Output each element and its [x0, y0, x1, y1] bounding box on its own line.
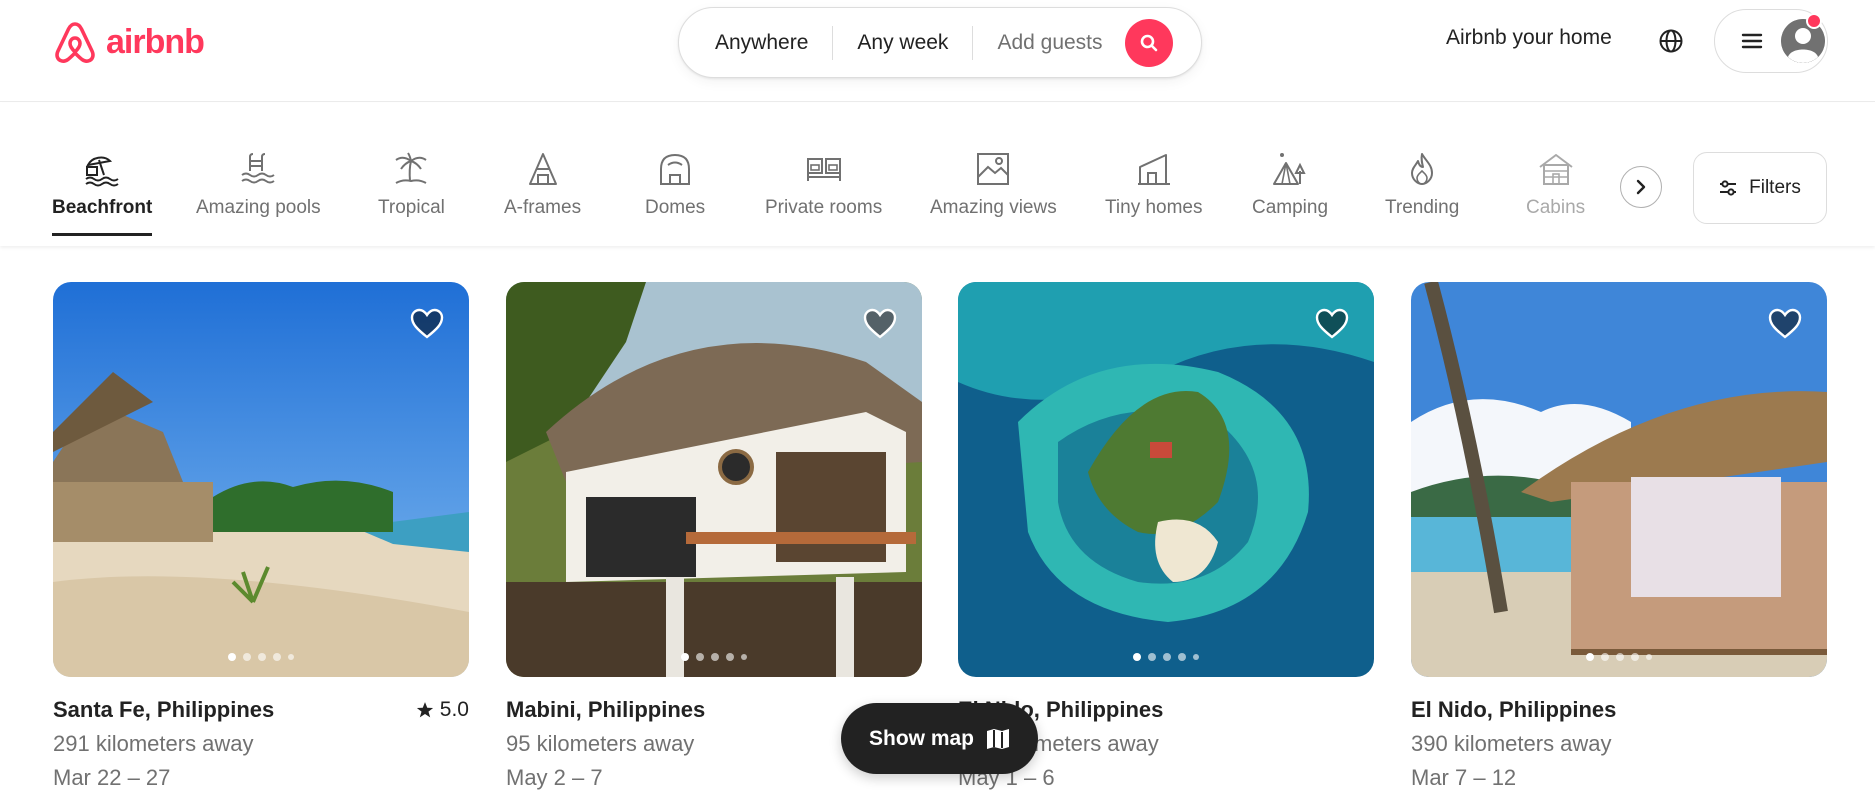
listing-dates: Mar 22 – 27: [53, 765, 171, 790]
category-label: Cabins: [1526, 197, 1586, 218]
listing-card[interactable]: Santa Fe, Philippines 5.0 291 kilometers…: [53, 282, 469, 791]
category-bar: Beachfront Amazing pools Tropical A-fram…: [0, 103, 1875, 246]
category-domes[interactable]: Domes: [645, 151, 705, 219]
listing-photo[interactable]: [53, 282, 469, 677]
category-label: Camping: [1252, 197, 1329, 218]
search-add-guests[interactable]: Add guests: [973, 31, 1124, 55]
notification-dot: [1806, 13, 1822, 29]
search-any-week[interactable]: Any week: [833, 31, 972, 55]
photo-pagination-dots: [958, 653, 1374, 661]
tiny-home-icon: [1137, 154, 1170, 185]
search-icon: [1140, 34, 1157, 51]
category-trending[interactable]: Trending: [1385, 151, 1459, 219]
show-map-label: Show map: [868, 726, 974, 750]
rating-value: 5.0: [439, 698, 469, 721]
dome-icon: [660, 153, 691, 185]
tent-icon: [1273, 153, 1306, 185]
island-aerial-photo: [958, 282, 1374, 677]
globe-icon[interactable]: [1656, 26, 1686, 56]
category-label: A-frames: [504, 197, 582, 218]
categories-next-button[interactable]: [1620, 166, 1662, 208]
a-frame-icon: [528, 153, 557, 185]
listing-location: Mabini, Philippines: [506, 697, 706, 722]
category-label: Private rooms: [765, 197, 883, 218]
chevron-right-icon: [1636, 179, 1646, 195]
category-label: Tiny homes: [1105, 197, 1203, 218]
category-camping[interactable]: Camping: [1252, 151, 1328, 219]
airbnb-your-home-link[interactable]: Airbnb your home: [1446, 26, 1612, 50]
listing-photo[interactable]: [506, 282, 922, 677]
filter-sliders-icon: [1720, 180, 1737, 196]
category-amazing-views[interactable]: Amazing views: [930, 151, 1057, 219]
category-label: Beachfront: [52, 197, 153, 218]
category-label: Amazing pools: [196, 197, 321, 218]
photo-pagination-dots: [506, 653, 922, 661]
star-icon: [416, 702, 433, 718]
heart-icon[interactable]: [409, 306, 445, 342]
beach-hut-photo: [1411, 282, 1827, 677]
filters-label: Filters: [1749, 177, 1801, 198]
cabin-icon: [1538, 154, 1573, 185]
listing-photo[interactable]: [958, 282, 1374, 677]
listing-dates: Mar 7 – 12: [1411, 765, 1517, 790]
palm-tree-icon: [395, 152, 428, 184]
listing-rating: 5.0: [416, 697, 469, 723]
category-tropical[interactable]: Tropical: [378, 151, 445, 219]
logo-wordmark: airbnb: [106, 22, 205, 61]
listing-distance: 390 kilometers away: [1411, 731, 1612, 756]
hamburger-icon: [1741, 33, 1763, 49]
pool-icon: [241, 153, 275, 184]
category-label: Amazing views: [930, 197, 1057, 218]
category-beachfront[interactable]: Beachfront: [52, 151, 153, 236]
category-tiny-homes[interactable]: Tiny homes: [1105, 151, 1203, 219]
listing-location: El Nido, Philippines: [1411, 697, 1617, 722]
heart-icon[interactable]: [1314, 306, 1350, 342]
active-underline: [52, 233, 153, 236]
filters-button[interactable]: Filters: [1693, 152, 1827, 224]
search-bar[interactable]: Anywhere Any week Add guests: [678, 7, 1202, 78]
search-anywhere[interactable]: Anywhere: [679, 31, 832, 55]
show-map-button[interactable]: Show map: [841, 703, 1038, 774]
category-cabins[interactable]: Cabins: [1526, 151, 1585, 219]
beach-umbrella-icon: [85, 156, 119, 187]
bed-icon: [806, 158, 841, 181]
search-button[interactable]: [1124, 18, 1173, 67]
listing-card[interactable]: El Nido, Philippines 390 kilometers away…: [1411, 282, 1827, 791]
category-a-frames[interactable]: A-frames: [504, 151, 581, 219]
listing-distance: 291 kilometers away: [53, 731, 254, 756]
category-label: Trending: [1385, 197, 1460, 218]
airbnb-logo[interactable]: airbnb: [52, 18, 205, 66]
beach-huts-photo: [53, 282, 469, 677]
photo-pagination-dots: [53, 653, 469, 661]
mountain-view-icon: [977, 153, 1010, 185]
category-amazing-pools[interactable]: Amazing pools: [196, 151, 321, 219]
heart-icon[interactable]: [1767, 306, 1803, 342]
category-private-rooms[interactable]: Private rooms: [765, 151, 882, 219]
airbnb-logo-icon: [55, 22, 95, 63]
top-header: airbnb Anywhere Any week Add guests Airb…: [0, 0, 1875, 102]
map-icon: [987, 728, 1009, 749]
category-label: Tropical: [378, 197, 445, 218]
heart-icon[interactable]: [862, 306, 898, 342]
listing-photo[interactable]: [1411, 282, 1827, 677]
category-label: Domes: [645, 197, 706, 218]
photo-pagination-dots: [1411, 653, 1827, 661]
listing-location: Santa Fe, Philippines: [53, 697, 275, 722]
flame-icon: [1411, 153, 1434, 185]
thatched-cottage-photo: [506, 282, 922, 677]
